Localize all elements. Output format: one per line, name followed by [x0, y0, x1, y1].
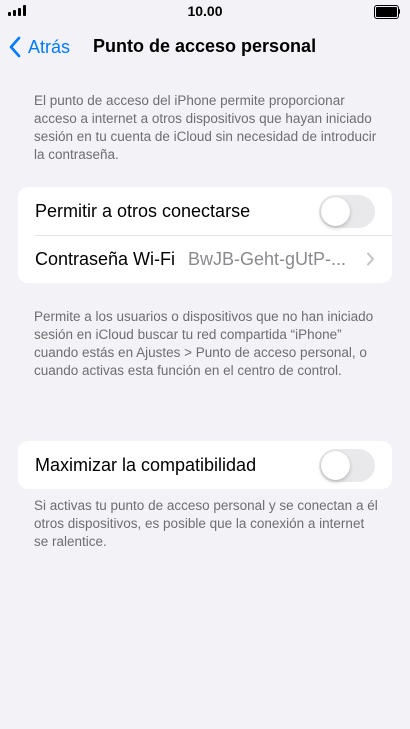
allow-others-label: Permitir a otros conectarse: [35, 200, 251, 221]
hotspot-footer-text: Permite a los usuarios o dispositivos qu…: [34, 309, 374, 378]
compatibility-group: Maximizar la compatibilidad: [18, 441, 392, 489]
hotspot-settings-group: Permitir a otros conectarse Contraseña W…: [18, 187, 392, 283]
allow-others-row: Permitir a otros conectarse: [18, 187, 392, 235]
maximize-compatibility-toggle[interactable]: [319, 449, 375, 482]
chevron-left-icon: [9, 36, 21, 58]
wifi-password-value: BwJB-Geht-gUtP-...: [188, 249, 347, 269]
wifi-password-row[interactable]: Contraseña Wi-Fi BwJB-Geht-gUtP-...: [18, 235, 392, 283]
back-button[interactable]: Atrás: [8, 34, 70, 60]
navigation-bar: Atrás Punto de acceso personal: [0, 22, 410, 70]
status-bar: 10.00: [0, 0, 410, 22]
maximize-compatibility-row: Maximizar la compatibilidad: [18, 441, 392, 489]
status-time: 10.00: [187, 3, 223, 19]
wifi-password-label: Contraseña Wi-Fi: [35, 248, 176, 269]
toggle-knob: [321, 451, 350, 480]
intro-description: El punto de acceso del iPhone permite pr…: [34, 93, 377, 162]
page-title: Punto de acceso personal: [93, 36, 317, 56]
chevron-right-icon: [367, 252, 374, 266]
back-label: Atrás: [28, 36, 71, 57]
allow-others-toggle[interactable]: [319, 195, 375, 228]
toggle-knob: [321, 197, 350, 226]
compatibility-footer-text: Si activas tu punto de acceso personal y…: [34, 498, 378, 549]
battery-full-icon: [374, 5, 400, 19]
maximize-compatibility-label: Maximizar la compatibilidad: [35, 454, 257, 475]
